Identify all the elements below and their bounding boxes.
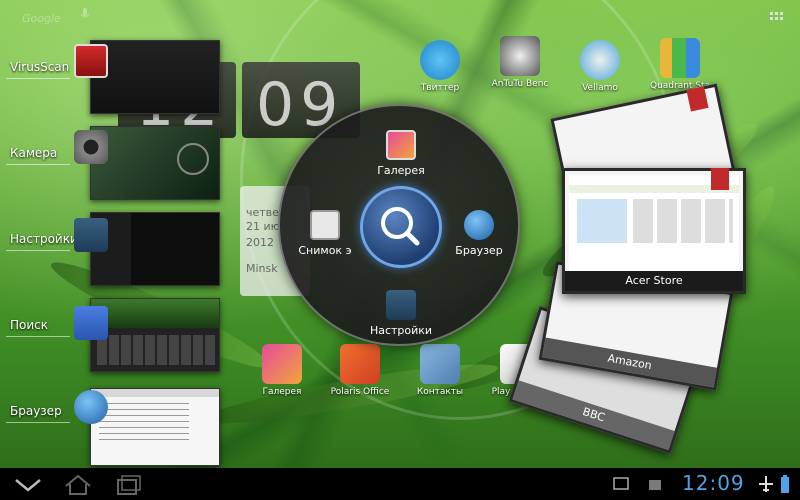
dock-icon-contacts[interactable]: Контакты: [410, 344, 470, 397]
recent-thumb-camera[interactable]: [90, 126, 220, 200]
ring-item-browser[interactable]: Браузер: [448, 210, 510, 257]
back-chevron-icon[interactable]: [10, 472, 46, 496]
bookmark-ribbon-icon: [711, 168, 729, 190]
dock-icon-polaris[interactable]: Polaris Office: [330, 344, 390, 397]
recent-card-acer-store[interactable]: Acer Store: [562, 168, 746, 294]
ring-item-screenshot[interactable]: Снимок э: [292, 210, 358, 257]
recent-thumb-search[interactable]: [90, 298, 220, 372]
recent-thumb-settings[interactable]: [90, 212, 220, 286]
desktop-icon-vellamo[interactable]: Vellamo: [570, 40, 630, 93]
home-icon[interactable]: [60, 472, 96, 496]
desktop-icon-quadrant[interactable]: Quadrant Sta: [650, 38, 710, 91]
date-weekday: четве: [246, 206, 279, 219]
mcafee-icon: [74, 44, 108, 78]
notification-icon[interactable]: [646, 472, 666, 496]
apps-grid-icon[interactable]: [770, 12, 784, 26]
browser-globe-icon: [74, 390, 108, 424]
system-bar: 12:09: [0, 468, 800, 500]
recent-thumb-virusscan[interactable]: [90, 40, 220, 114]
system-clock[interactable]: 12:09: [682, 471, 745, 495]
gallery-notification-icon[interactable]: [612, 472, 632, 496]
twitter-icon: [420, 40, 460, 80]
antutu-icon: [500, 36, 540, 76]
screenshot-icon: [310, 210, 340, 240]
google-search-icon: [74, 306, 108, 340]
ring-menu: Галерея Снимок э Браузер Настройки: [278, 104, 520, 346]
divider: [6, 422, 70, 423]
divider: [6, 336, 70, 337]
desktop-icon-antutu[interactable]: AnTuTu Benc: [490, 36, 550, 89]
divider: [6, 164, 70, 165]
search-icon: [381, 207, 420, 246]
mic-icon[interactable]: [80, 8, 90, 22]
recent-label-search[interactable]: Поиск: [10, 318, 48, 332]
quadrant-icon: [660, 38, 700, 78]
recent-label-browser[interactable]: Браузер: [10, 404, 62, 418]
polaris-office-icon: [340, 344, 380, 384]
battery-icon: [781, 475, 789, 493]
recent-label-camera[interactable]: Камера: [10, 146, 57, 160]
ring-item-settings[interactable]: Настройки: [364, 290, 438, 337]
gallery-icon: [386, 130, 416, 160]
browser-globe-icon: [464, 210, 494, 240]
search-button[interactable]: [360, 186, 442, 268]
dock-icon-gallery[interactable]: Галерея: [252, 344, 312, 397]
gallery-icon: [262, 344, 302, 384]
vellamo-icon: [580, 40, 620, 80]
settings-icon: [74, 218, 108, 252]
airplane-mode-icon: [759, 476, 773, 492]
camera-icon: [74, 130, 108, 164]
desktop-icon-twitter[interactable]: Твиттер: [410, 40, 470, 93]
divider: [6, 78, 70, 79]
date-city: Minsk: [246, 262, 278, 275]
ring-item-gallery[interactable]: Галерея: [366, 130, 436, 177]
recent-label-virusscan[interactable]: VirusScan: [10, 60, 69, 74]
search-label[interactable]: Google: [22, 12, 61, 25]
date-year: 2012: [246, 236, 274, 249]
recent-thumb-browser[interactable]: [90, 388, 220, 466]
date-day: 21 ию: [246, 220, 280, 233]
divider: [6, 250, 70, 251]
contacts-icon: [420, 344, 460, 384]
settings-icon: [386, 290, 416, 320]
bookmark-ribbon-icon: [686, 86, 709, 112]
recent-label-settings[interactable]: Настройки: [10, 232, 78, 246]
recent-apps-icon[interactable]: [110, 472, 146, 496]
